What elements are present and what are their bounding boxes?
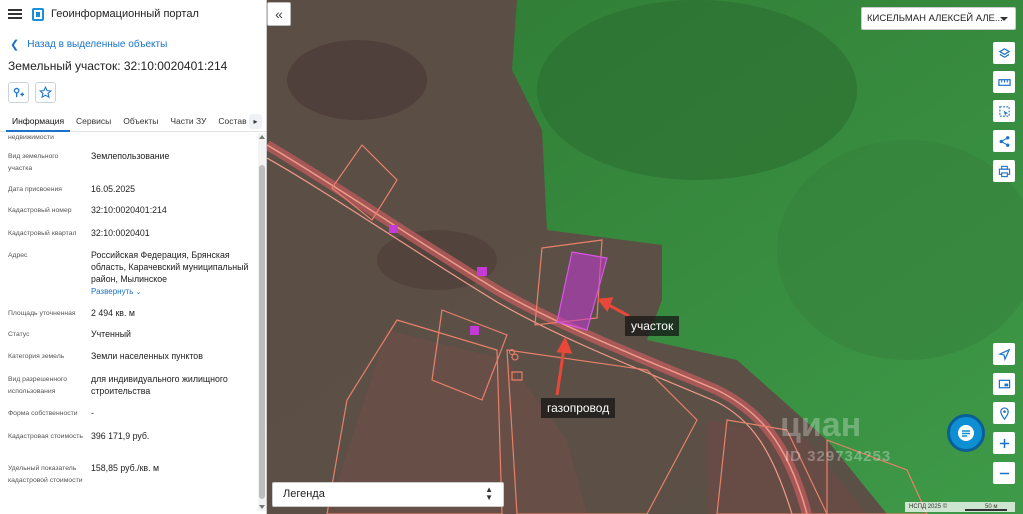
layers-icon: [998, 47, 1010, 58]
location-button[interactable]: [993, 402, 1015, 424]
attribution-text: НСПД 2025 ©: [909, 504, 948, 510]
scale-bar: [965, 509, 1007, 511]
tab-parcel-parts[interactable]: Части ЗУ: [164, 110, 212, 132]
tab-bar: Информация Сервисы Объекты Части ЗУ Сост…: [0, 110, 266, 132]
chevron-down-icon: ⌄: [135, 289, 142, 296]
page-title: Земельный участок: 32:10:0020401:214: [8, 59, 228, 73]
expand-address-link[interactable]: Развернуть ⌄: [91, 287, 142, 296]
info-scrollbar[interactable]: [258, 133, 266, 511]
map-canvas[interactable]: циан ID 329734253: [267, 0, 1023, 514]
select-area-icon: [998, 105, 1010, 117]
back-link-label: Назад в выделенные объекты: [27, 39, 168, 50]
info-value: 32:10:0020401:214: [91, 205, 167, 215]
favorite-button[interactable]: [35, 82, 56, 103]
map-pin-icon: [13, 87, 25, 98]
watermark-logo: циан: [780, 406, 862, 444]
info-list: недвижимости Вид земельного участка Земл…: [0, 133, 258, 508]
zoom-out-icon: [999, 472, 1009, 474]
info-label: Кадастровый квартал: [8, 230, 77, 237]
scrollbar-thumb[interactable]: [259, 165, 265, 499]
user-menu-select[interactable]: КИСЕЛЬМАН АЛЕКСЕЙ АЛЕ...: [861, 7, 1016, 30]
info-value: 158,85 руб./кв. м: [91, 463, 160, 473]
location-icon: [999, 406, 1009, 420]
scroll-down-icon[interactable]: [259, 505, 265, 509]
info-label: Кадастровая стоимость: [8, 433, 83, 440]
screen-icon: [998, 379, 1010, 388]
watermark-id: ID 329734253: [785, 448, 892, 465]
chat-button[interactable]: [947, 414, 985, 452]
locate-parcel-button[interactable]: [8, 82, 29, 103]
map-attribution: НСПД 2025 © 50 м: [905, 502, 1015, 512]
layers-button[interactable]: [993, 42, 1015, 64]
info-label: Площадь уточненная: [8, 310, 76, 317]
tab-composition[interactable]: Состав: [212, 110, 252, 132]
info-value: Российская Федерация, Брянская область, …: [91, 250, 249, 284]
info-label: Статус: [8, 331, 30, 338]
chat-icon: [958, 425, 974, 441]
collapse-panel-button[interactable]: «: [267, 2, 291, 26]
info-value: -: [91, 408, 94, 418]
info-value: 32:10:0020401: [91, 228, 150, 238]
tab-services[interactable]: Сервисы: [70, 110, 117, 132]
info-value: 2 494 кв. м: [91, 308, 135, 318]
share-icon: [999, 135, 1009, 147]
select-area-button[interactable]: [993, 100, 1015, 122]
back-to-selected-link[interactable]: ❮ Назад в выделенные объекты: [10, 38, 167, 51]
user-name: КИСЕЛЬМАН АЛЕКСЕЙ АЛЕ...: [867, 13, 1003, 24]
satellite-map: [267, 0, 1023, 514]
zoom-in-button[interactable]: [993, 432, 1015, 454]
print-button[interactable]: [993, 160, 1015, 182]
tab-information[interactable]: Информация: [6, 110, 71, 132]
sort-updown-icon: ▲ ▼: [485, 485, 493, 502]
zoom-out-button[interactable]: [993, 462, 1015, 484]
scroll-up-icon[interactable]: [259, 135, 265, 139]
info-value: Учтенный: [91, 329, 131, 339]
print-icon: [998, 165, 1010, 177]
menu-icon[interactable]: [8, 9, 22, 19]
legend-label: Легенда: [283, 488, 325, 500]
share-button[interactable]: [993, 130, 1015, 152]
info-label: Кадастровый номер: [8, 207, 72, 214]
tabs-scroll-right-button[interactable]: ▸: [249, 114, 262, 129]
navigate-icon: [997, 348, 1010, 361]
info-panel: Геоинформационный портал ❮ Назад в выдел…: [0, 0, 267, 514]
info-label: Форма собственности: [8, 410, 78, 417]
info-label: Удельный показатель кадастровой стоимост…: [8, 465, 83, 484]
info-label: Вид разрешенного использования: [8, 376, 67, 395]
info-label: Дата присвоения: [8, 186, 62, 193]
info-label: Адрес: [8, 252, 28, 259]
legend-select[interactable]: Легенда ▲ ▼: [272, 482, 504, 507]
screen-button[interactable]: [993, 373, 1015, 395]
tab-objects[interactable]: Объекты: [117, 110, 164, 132]
caret-down-icon: [1000, 17, 1008, 21]
star-icon: [39, 86, 52, 99]
top-bar: Геоинформационный портал: [0, 0, 266, 28]
info-label: Категория земель: [8, 353, 65, 360]
measure-button[interactable]: [993, 71, 1015, 93]
chevron-left-icon: ❮: [10, 39, 20, 51]
info-value: Земли населенных пунктов: [91, 351, 203, 361]
portal-logo-icon: [32, 7, 44, 21]
navigate-button[interactable]: [993, 343, 1015, 365]
ruler-icon: [997, 78, 1011, 86]
info-label: недвижимости: [8, 134, 54, 141]
expand-label: Развернуть: [91, 287, 134, 296]
zoom-in-icon: [999, 438, 1009, 448]
info-value: для индивидуального жилищного строительс…: [91, 374, 228, 396]
info-label: Вид земельного участка: [8, 153, 59, 172]
info-value: Землепользование: [91, 151, 170, 161]
annotation-pipeline: газопровод: [541, 398, 616, 418]
annotation-plot: участок: [625, 316, 680, 336]
info-value: 396 171,9 руб.: [91, 431, 150, 441]
info-value: 16.05.2025: [91, 184, 136, 194]
app-title: Геоинформационный портал: [51, 8, 199, 20]
